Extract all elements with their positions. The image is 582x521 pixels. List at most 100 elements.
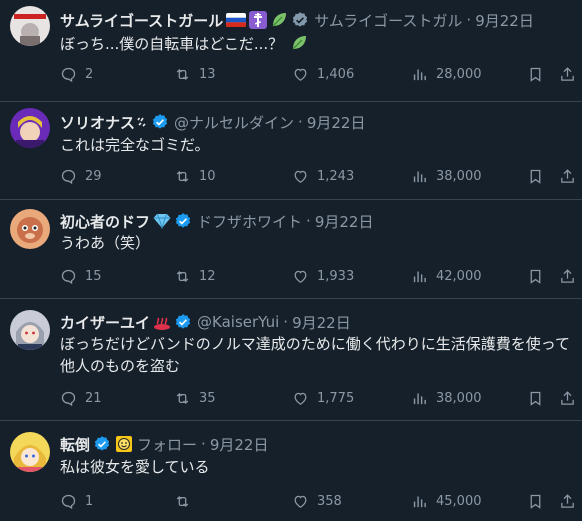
like-button[interactable]: 1,775 bbox=[292, 388, 354, 408]
heart-icon bbox=[294, 170, 307, 183]
verified-badge-icon bbox=[93, 435, 111, 453]
share-button[interactable] bbox=[559, 388, 576, 408]
view-count: 38,000 bbox=[436, 390, 482, 406]
timestamp[interactable]: 9月22日 bbox=[210, 434, 269, 455]
display-name[interactable]: サムライゴーストガール bbox=[60, 10, 223, 31]
display-name[interactable]: 転倒 bbox=[60, 434, 90, 455]
tweet[interactable]: サムライゴーストガール サムライゴーストガル · 9月22日 ぼっち...僕の自… bbox=[0, 0, 582, 102]
separator-dot: · bbox=[298, 113, 303, 131]
bookmark-icon bbox=[530, 494, 541, 509]
retweet-button[interactable]: 12 bbox=[174, 266, 216, 286]
reply-icon bbox=[61, 391, 76, 406]
bar-chart-icon bbox=[413, 171, 426, 182]
retweet-icon bbox=[176, 392, 189, 404]
like-count: 1,406 bbox=[317, 66, 355, 82]
like-count: 358 bbox=[317, 493, 342, 509]
avatar[interactable] bbox=[10, 310, 50, 350]
timestamp[interactable]: 9月22日 bbox=[307, 112, 366, 133]
like-button[interactable]: 358 bbox=[292, 491, 342, 511]
like-count: 1,775 bbox=[317, 390, 355, 406]
separator-dot: · bbox=[201, 435, 206, 453]
leaf-emoji bbox=[270, 11, 288, 29]
reply-icon bbox=[61, 494, 76, 509]
like-count: 1,243 bbox=[317, 168, 355, 184]
verified-badge-icon bbox=[174, 212, 192, 230]
like-button[interactable]: 1,933 bbox=[292, 266, 354, 286]
avatar[interactable] bbox=[10, 432, 50, 472]
views-button[interactable]: 28,000 bbox=[411, 64, 482, 84]
bookmark-button[interactable] bbox=[527, 388, 544, 408]
share-button[interactable] bbox=[559, 166, 576, 186]
handle[interactable]: サムライゴーストガル bbox=[314, 10, 462, 31]
reply-button[interactable]: 21 bbox=[60, 388, 102, 408]
separator-dot: · bbox=[283, 313, 289, 331]
reply-icon bbox=[61, 67, 76, 82]
ru-flag-emoji bbox=[226, 13, 247, 27]
bookmark-icon bbox=[530, 67, 541, 82]
bookmark-button[interactable] bbox=[527, 166, 544, 186]
retweet-icon bbox=[176, 495, 189, 507]
like-button[interactable]: 1,406 bbox=[292, 64, 354, 84]
avatar[interactable] bbox=[10, 209, 50, 249]
timestamp[interactable]: 9月22日 bbox=[292, 312, 351, 333]
like-button[interactable]: 1,243 bbox=[292, 166, 354, 186]
follow-link[interactable]: フォロー bbox=[137, 434, 197, 455]
tweet[interactable]: カイザーユイ @KaiserYui · 9月22日 ぼっちだけどバンドのノルマ達… bbox=[0, 299, 582, 421]
tweet[interactable]: 転倒 フォロー · 9月22日 私は彼女を愛している 1 358 45,000 bbox=[0, 421, 582, 521]
tweet-text: うわあ（笑） bbox=[60, 234, 151, 252]
views-button[interactable]: 45,000 bbox=[411, 491, 482, 511]
reply-button[interactable]: 1 bbox=[60, 491, 93, 511]
reply-count: 2 bbox=[85, 66, 94, 82]
bar-chart-icon bbox=[413, 69, 426, 80]
reply-count: 1 bbox=[85, 493, 94, 509]
bookmark-button[interactable] bbox=[527, 491, 544, 511]
retweet-button[interactable] bbox=[174, 491, 199, 511]
retweet-button[interactable]: 10 bbox=[174, 166, 216, 186]
like-count: 1,933 bbox=[317, 268, 355, 284]
reply-count: 21 bbox=[85, 390, 102, 406]
bookmark-button[interactable] bbox=[527, 64, 544, 84]
retweet-count: 13 bbox=[199, 66, 216, 82]
retweet-button[interactable]: 35 bbox=[174, 388, 216, 408]
display-name[interactable]: ソリオナス bbox=[60, 112, 135, 133]
views-button[interactable]: 42,000 bbox=[411, 266, 482, 286]
handle[interactable]: @KaiserYui bbox=[197, 313, 279, 331]
bookmark-button[interactable] bbox=[527, 266, 544, 286]
tweet[interactable]: 初心者のドフ ドフザホワイト · 9月22日 うわあ（笑） 15 12 1,93… bbox=[0, 200, 582, 299]
hot-springs-emoji bbox=[153, 313, 171, 331]
verified-badge-icon bbox=[174, 313, 192, 331]
reply-button[interactable]: 29 bbox=[60, 166, 102, 186]
smiley-emoji bbox=[116, 436, 133, 452]
share-icon bbox=[561, 268, 574, 283]
bookmark-icon bbox=[530, 269, 541, 284]
handle[interactable]: @ナルセルダイン bbox=[174, 112, 294, 133]
tweet-text: 私は彼女を愛している bbox=[60, 458, 210, 476]
tweet-feed: サムライゴーストガール サムライゴーストガル · 9月22日 ぼっち...僕の自… bbox=[0, 0, 582, 521]
share-button[interactable] bbox=[559, 266, 576, 286]
heart-icon bbox=[294, 495, 307, 508]
timestamp[interactable]: 9月22日 bbox=[315, 211, 374, 232]
tweet[interactable]: ソリオナス @ナルセルダイン · 9月22日 これは完全なゴミだ。 29 10 bbox=[0, 102, 582, 200]
bar-chart-icon bbox=[413, 393, 426, 404]
display-name[interactable]: カイザーユイ bbox=[60, 312, 150, 333]
retweet-count: 35 bbox=[199, 390, 216, 406]
verified-badge-icon bbox=[291, 11, 309, 29]
retweet-button[interactable]: 13 bbox=[174, 64, 216, 84]
views-button[interactable]: 38,000 bbox=[411, 166, 482, 186]
retweet-count: 10 bbox=[199, 168, 216, 184]
view-count: 28,000 bbox=[436, 66, 482, 82]
heart-icon bbox=[294, 392, 307, 405]
avatar[interactable] bbox=[10, 6, 50, 46]
avatar[interactable] bbox=[10, 108, 50, 148]
display-name[interactable]: 初心者のドフ bbox=[60, 211, 150, 232]
separator-dot: · bbox=[306, 212, 311, 230]
reply-button[interactable]: 2 bbox=[60, 64, 93, 84]
views-button[interactable]: 38,000 bbox=[411, 388, 482, 408]
timestamp[interactable]: 9月22日 bbox=[475, 10, 534, 31]
share-button[interactable] bbox=[559, 491, 576, 511]
reply-button[interactable]: 15 bbox=[60, 266, 102, 286]
share-button[interactable] bbox=[559, 64, 576, 84]
bookmark-icon bbox=[530, 391, 541, 406]
handle[interactable]: ドフザホワイト bbox=[197, 211, 302, 232]
share-icon bbox=[561, 493, 574, 508]
